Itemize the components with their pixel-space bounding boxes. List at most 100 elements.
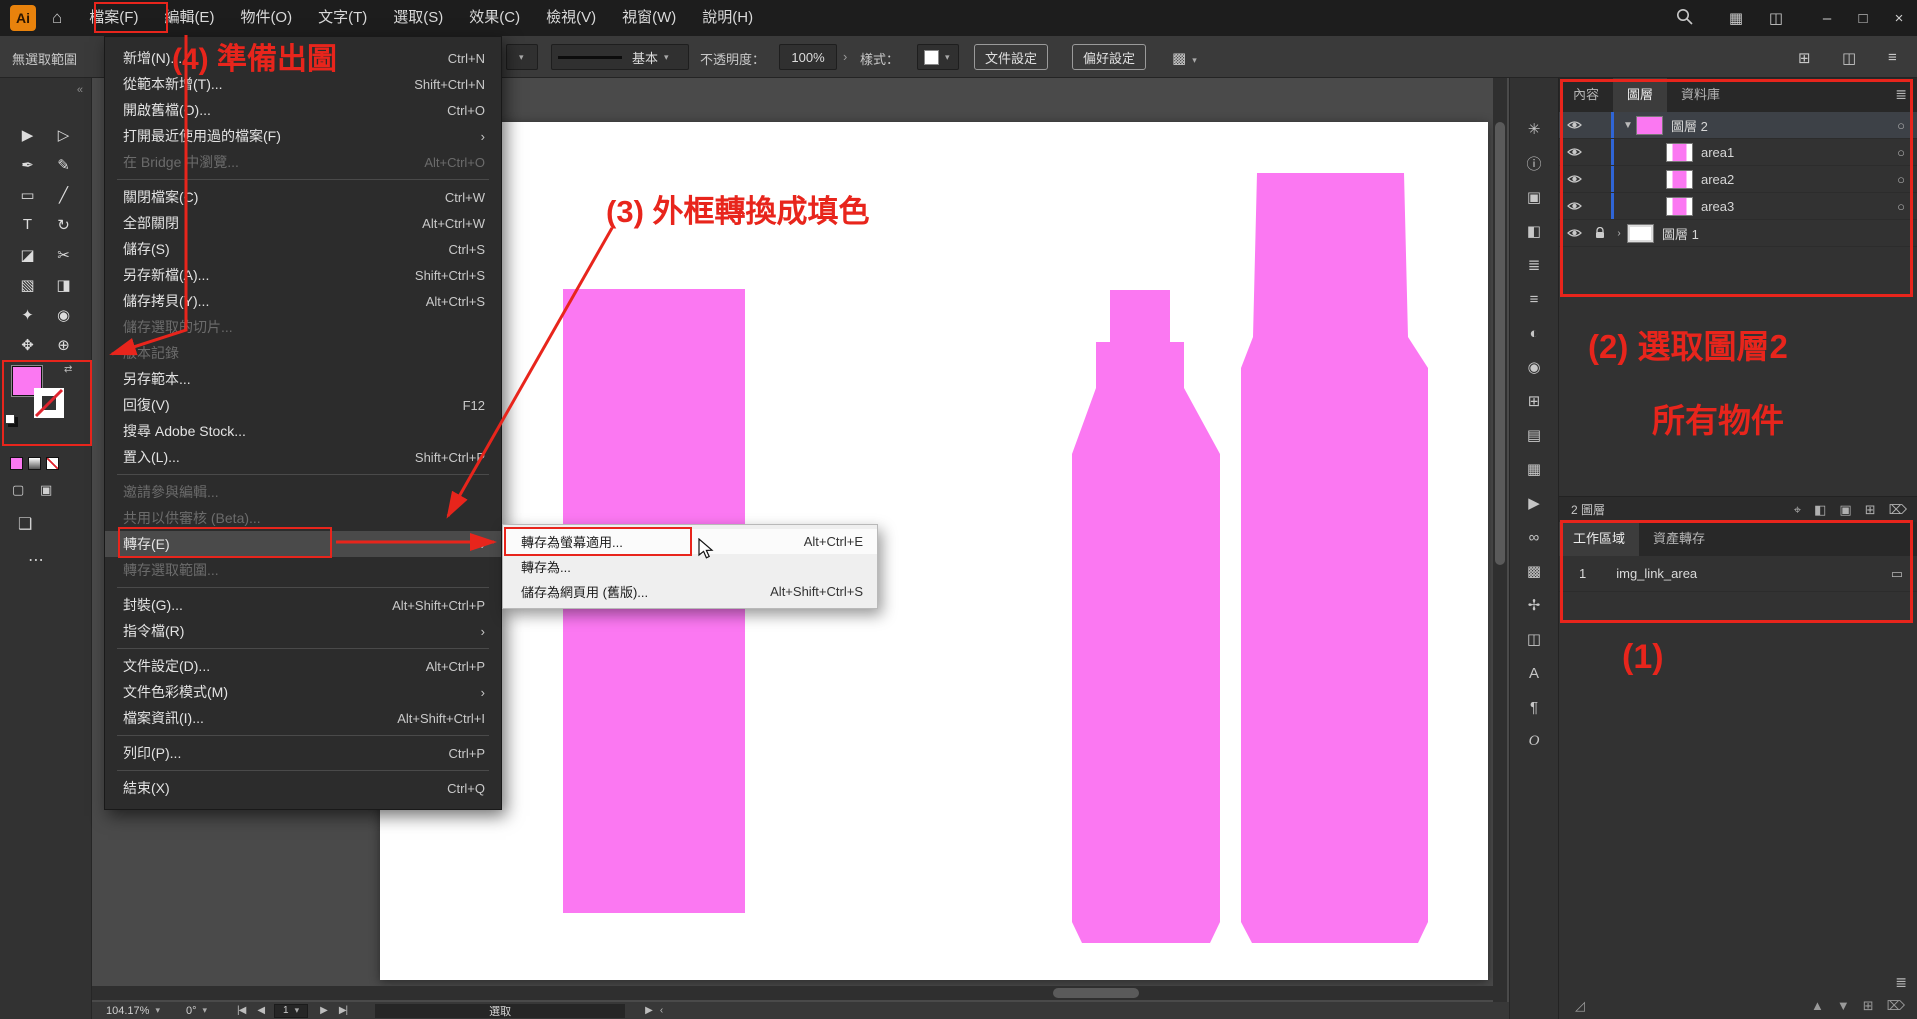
restore-button[interactable]: □ [1845, 0, 1881, 36]
object-name[interactable]: area2 [1701, 172, 1734, 187]
type-tool[interactable]: T [10, 214, 46, 235]
menu-item-save-as-template[interactable]: 另存範本... [105, 366, 501, 392]
line-segment-tool[interactable]: ╱ [46, 184, 82, 205]
move-up-icon[interactable]: ▲ [1811, 998, 1824, 1014]
links-panel-icon[interactable]: ∞ [1510, 526, 1558, 548]
minimize-button[interactable]: – [1809, 0, 1845, 36]
tab-artboards[interactable]: 工作區域 [1559, 522, 1639, 556]
submenu-item-save-for-web[interactable]: 儲存為網頁用 (舊版)...Alt+Shift+Ctrl+S [503, 579, 877, 604]
color-panel-icon[interactable]: ◉ [1510, 356, 1558, 378]
layer-row-area2[interactable]: area2 ○ [1559, 166, 1917, 193]
color-mode-chip[interactable] [10, 457, 23, 470]
target-circle-icon[interactable]: ○ [1897, 172, 1905, 187]
layer-name[interactable]: 圖層 1 [1662, 224, 1699, 243]
menu-file[interactable]: 檔案(F) [76, 0, 151, 36]
next-artboard-icon[interactable]: ▶ [320, 1005, 327, 1016]
gradient-tool[interactable]: ◨ [46, 274, 82, 295]
menu-item-new[interactable]: 新增(N)...Ctrl+N [105, 45, 501, 71]
pen-tool[interactable]: ✒ [10, 154, 46, 175]
expand-icon[interactable]: ▼ [1620, 120, 1636, 131]
tab-libraries[interactable]: 資料庫 [1667, 78, 1734, 112]
menu-select[interactable]: 選取(S) [380, 0, 456, 36]
home-icon[interactable]: ⌂ [52, 8, 62, 28]
resize-grip-icon[interactable]: ◿ [1575, 998, 1585, 1014]
swatches-quick-icon[interactable]: ⊞ [1798, 49, 1811, 67]
layer-row-layer1[interactable]: › 圖層 1 [1559, 220, 1917, 247]
paragraph-panel-icon[interactable]: ¶ [1510, 696, 1558, 718]
vertical-scrollbar-thumb[interactable] [1495, 122, 1505, 565]
menu-item-print[interactable]: 列印(P)...Ctrl+P [105, 740, 501, 766]
workspace-switcher-icon[interactable]: ▦ [1719, 9, 1753, 27]
menu-item-document-setup[interactable]: 文件設定(D)...Alt+Ctrl+P [105, 653, 501, 679]
new-layer-icon[interactable]: ⊞ [1865, 502, 1876, 518]
eye-icon[interactable] [1559, 120, 1589, 130]
eye-icon[interactable] [1559, 201, 1589, 211]
document-setup-button[interactable]: 文件設定 [974, 44, 1048, 70]
preferences-button[interactable]: 偏好設定 [1072, 44, 1146, 70]
target-circle-icon[interactable]: ○ [1897, 145, 1905, 160]
locate-object-icon[interactable]: ⌖ [1794, 502, 1801, 518]
object-name[interactable]: area3 [1701, 199, 1734, 214]
gradient-mode-chip[interactable] [28, 457, 41, 470]
menu-effect[interactable]: 效果(C) [456, 0, 533, 36]
layer-name[interactable]: 圖層 2 [1671, 116, 1708, 135]
menu-item-close[interactable]: 關閉檔案(C)Ctrl+W [105, 184, 501, 210]
first-artboard-icon[interactable]: |◀ [237, 1005, 245, 1016]
prev-artboard-icon[interactable]: ◀ [257, 1005, 264, 1016]
menu-item-new-from-template[interactable]: 從範本新增(T)...Shift+Ctrl+N [105, 71, 501, 97]
gradient-panel-icon[interactable]: ◐ [1510, 322, 1558, 344]
eye-icon[interactable] [1559, 147, 1589, 157]
menu-item-package[interactable]: 封裝(G)...Alt+Shift+Ctrl+P [105, 592, 501, 618]
tab-layers[interactable]: 圖層 [1613, 78, 1667, 112]
layer-row-area3[interactable]: area3 ○ [1559, 193, 1917, 220]
overflow-menu-icon[interactable]: ≡ [1888, 49, 1897, 66]
menu-edit[interactable]: 編輯(E) [151, 0, 227, 36]
opentype-panel-icon[interactable]: O [1510, 730, 1558, 752]
new-artboard-icon[interactable]: ⊞ [1863, 998, 1874, 1014]
target-circle-icon[interactable]: ○ [1897, 118, 1905, 133]
tab-properties[interactable]: 內容 [1559, 78, 1613, 112]
screen-mode-icon[interactable]: ❑ [18, 514, 32, 534]
align-options-icon[interactable]: ▩▾ [1172, 49, 1197, 67]
artboards-panel-menu-icon[interactable]: ≣ [1895, 974, 1907, 991]
toolbar-collapse-icon[interactable]: « [77, 84, 83, 96]
menu-item-save-as[interactable]: 另存新檔(A)...Shift+Ctrl+S [105, 262, 501, 288]
rotate-tool[interactable]: ↻ [46, 214, 82, 235]
close-button[interactable]: × [1881, 0, 1917, 36]
actions-panel-icon[interactable]: ▶ [1510, 492, 1558, 514]
status-play-icon[interactable]: ▶ [645, 1005, 652, 1016]
layers-panel-menu-icon[interactable]: ≣ [1895, 86, 1907, 103]
none-mode-chip[interactable] [46, 457, 59, 470]
menu-item-scripts[interactable]: 指令檔(R)› [105, 618, 501, 644]
menu-item-open[interactable]: 開啟舊檔(O)...Ctrl+O [105, 97, 501, 123]
info-panel-icon[interactable]: ⓘ [1510, 152, 1558, 174]
swap-fill-stroke-icon[interactable]: ⇄ [64, 364, 72, 375]
stroke-color-swatch[interactable] [34, 388, 64, 423]
hand-tool[interactable]: ✥ [10, 334, 46, 355]
artboard-number[interactable]: 1▾ [274, 1004, 308, 1018]
menu-help[interactable]: 說明(H) [689, 0, 766, 36]
more-tools-icon[interactable]: ⋯ [28, 550, 44, 570]
align-panel-icon[interactable]: ✢ [1510, 594, 1558, 616]
search-icon[interactable] [1667, 8, 1701, 29]
zoom-level[interactable]: 104.17%▾ [106, 1005, 160, 1017]
pattern-panel-icon[interactable]: ▦ [1510, 458, 1558, 480]
delete-artboard-icon[interactable]: ⌦ [1887, 998, 1905, 1014]
menu-item-search-adobe-stock[interactable]: 搜尋 Adobe Stock... [105, 418, 501, 444]
libraries-panel-icon[interactable]: ◧ [1510, 220, 1558, 242]
scissors-tool[interactable]: ✂ [46, 244, 82, 265]
selection-tool[interactable]: ▶ [10, 124, 46, 145]
tab-asset-export[interactable]: 資產轉存 [1639, 522, 1719, 556]
new-sublayer-icon[interactable]: ▣ [1839, 502, 1851, 518]
stroke-panel-icon[interactable]: ≡ [1510, 288, 1558, 310]
curvature-tool[interactable]: ✎ [46, 154, 82, 175]
vertical-scrollbar[interactable] [1493, 78, 1507, 1002]
draw-normal-icon[interactable]: ▢ [12, 482, 24, 498]
last-artboard-icon[interactable]: ▶| [339, 1005, 347, 1016]
swatches-panel-icon[interactable]: ⊞ [1510, 390, 1558, 412]
hidden-dropdown[interactable]: ▾ [506, 44, 538, 70]
artboard-row[interactable]: 1 img_link_area ▭ [1559, 556, 1917, 592]
move-down-icon[interactable]: ▼ [1837, 998, 1850, 1014]
eraser-tool[interactable]: ◪ [10, 244, 46, 265]
shape-builder-tool[interactable]: ▧ [10, 274, 46, 295]
